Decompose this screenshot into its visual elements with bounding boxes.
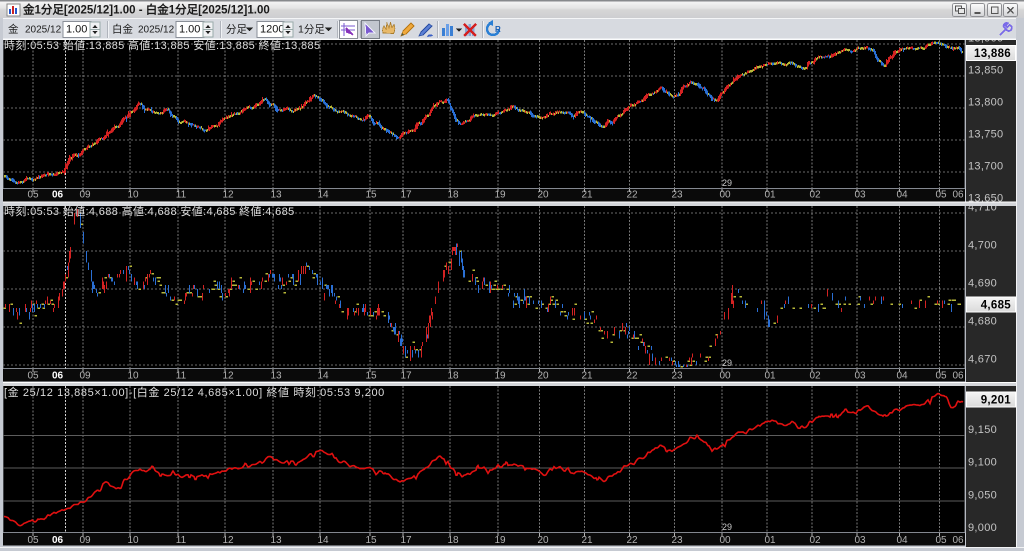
svg-text:1.00: 1.00 <box>179 24 200 36</box>
svg-text:22: 22 <box>626 535 638 546</box>
svg-text:00: 00 <box>719 190 731 201</box>
svg-text:4,690: 4,690 <box>968 278 997 290</box>
svg-text:13: 13 <box>270 371 282 382</box>
svg-text:03: 03 <box>854 535 866 546</box>
svg-text:13: 13 <box>270 190 282 201</box>
svg-text:13: 13 <box>270 535 282 546</box>
svg-text:19: 19 <box>494 535 506 546</box>
svg-text:06: 06 <box>952 190 964 201</box>
svg-text:29: 29 <box>722 358 732 368</box>
svg-text:20: 20 <box>537 371 549 382</box>
svg-text:9,050: 9,050 <box>968 489 997 501</box>
svg-text:[金 25/12 13,885×1.00]-[白金 25/1: [金 25/12 13,885×1.00]-[白金 25/12 4,685×1.… <box>4 385 385 399</box>
svg-text:29: 29 <box>722 522 732 532</box>
svg-text:10: 10 <box>127 190 139 201</box>
svg-text:00: 00 <box>719 535 731 546</box>
svg-text:19: 19 <box>494 190 506 201</box>
svg-text:分足: 分足 <box>226 24 247 36</box>
svg-text:2025/12: 2025/12 <box>25 25 62 36</box>
svg-text:金: 金 <box>8 23 19 36</box>
svg-text:18: 18 <box>447 190 459 201</box>
svg-text:23: 23 <box>671 371 683 382</box>
svg-text:01: 01 <box>764 190 776 201</box>
svg-text:13,850: 13,850 <box>968 65 1003 77</box>
svg-text:23: 23 <box>671 535 683 546</box>
svg-text:06: 06 <box>52 371 64 382</box>
svg-text:09: 09 <box>79 371 91 382</box>
svg-text:18: 18 <box>447 371 459 382</box>
svg-text:13,700: 13,700 <box>968 161 1003 173</box>
svg-text:白金: 白金 <box>112 23 133 36</box>
svg-text:13,886: 13,886 <box>974 48 1011 60</box>
svg-text:18: 18 <box>447 535 459 546</box>
svg-text:03: 03 <box>854 371 866 382</box>
svg-text:時刻:05:53 始値:13,885 高値:13,885 安: 時刻:05:53 始値:13,885 高値:13,885 安値:13,885 終… <box>4 38 320 52</box>
svg-text:14: 14 <box>317 535 329 546</box>
svg-text:17: 17 <box>400 535 412 546</box>
svg-text:12: 12 <box>222 535 234 546</box>
svg-text:09: 09 <box>79 535 91 546</box>
svg-text:03: 03 <box>854 190 866 201</box>
svg-text:06: 06 <box>952 535 964 546</box>
svg-text:13,800: 13,800 <box>968 97 1003 109</box>
svg-text:4,685: 4,685 <box>981 300 1012 312</box>
svg-text:9,000: 9,000 <box>968 522 997 534</box>
svg-text:1200: 1200 <box>260 24 284 36</box>
svg-text:4,680: 4,680 <box>968 316 997 328</box>
svg-text:12: 12 <box>222 190 234 201</box>
svg-text:15: 15 <box>365 535 377 546</box>
svg-text:11: 11 <box>176 190 187 201</box>
svg-text:22: 22 <box>626 371 638 382</box>
svg-text:11: 11 <box>176 371 187 382</box>
svg-text:12: 12 <box>222 371 234 382</box>
svg-text:06: 06 <box>52 535 64 546</box>
svg-text:06: 06 <box>952 371 964 382</box>
svg-text:05: 05 <box>935 190 947 201</box>
svg-text:04: 04 <box>896 371 908 382</box>
svg-text:11: 11 <box>176 535 187 546</box>
svg-text:9,100: 9,100 <box>968 457 997 469</box>
svg-text:15: 15 <box>365 190 377 201</box>
svg-text:05: 05 <box>27 371 39 382</box>
svg-text:00: 00 <box>719 371 731 382</box>
svg-text:02: 02 <box>809 190 821 201</box>
svg-text:10: 10 <box>127 371 139 382</box>
svg-text:19: 19 <box>494 371 506 382</box>
svg-text:21: 21 <box>581 535 593 546</box>
svg-text:4,700: 4,700 <box>968 240 997 252</box>
svg-text:01: 01 <box>764 535 776 546</box>
svg-text:05: 05 <box>935 371 947 382</box>
svg-text:17: 17 <box>400 190 412 201</box>
svg-text:4,670: 4,670 <box>968 354 997 366</box>
svg-text:14: 14 <box>317 190 329 201</box>
svg-text:金1分足[2025/12]1.00 - 白金1分足[2025: 金1分足[2025/12]1.00 - 白金1分足[2025/12]1.00 <box>22 3 270 17</box>
svg-text:9,201: 9,201 <box>981 395 1012 407</box>
svg-text:2025/12: 2025/12 <box>138 25 175 36</box>
svg-text:06: 06 <box>52 190 64 201</box>
svg-text:1分足: 1分足 <box>298 24 325 36</box>
svg-text:23: 23 <box>671 190 683 201</box>
svg-text:17: 17 <box>400 371 412 382</box>
svg-text:09: 09 <box>79 190 91 201</box>
svg-text:20: 20 <box>537 535 549 546</box>
svg-text:05: 05 <box>27 535 39 546</box>
svg-text:21: 21 <box>581 371 593 382</box>
svg-text:14: 14 <box>317 371 329 382</box>
svg-text:21: 21 <box>581 190 593 201</box>
svg-text:04: 04 <box>896 190 908 201</box>
svg-text:01: 01 <box>764 371 776 382</box>
svg-text:13,750: 13,750 <box>968 129 1003 141</box>
svg-text:時刻:05:53 始値:4,688 高値:4,688 安値:: 時刻:05:53 始値:4,688 高値:4,688 安値:4,685 終値:4… <box>4 204 295 218</box>
svg-text:05: 05 <box>935 535 947 546</box>
svg-text:22: 22 <box>626 190 638 201</box>
svg-text:04: 04 <box>896 535 908 546</box>
svg-text:15: 15 <box>365 371 377 382</box>
svg-text:9,150: 9,150 <box>968 424 997 436</box>
svg-text:R: R <box>495 25 501 34</box>
svg-text:02: 02 <box>809 535 821 546</box>
svg-text:29: 29 <box>722 178 732 188</box>
svg-text:1.00: 1.00 <box>66 24 87 36</box>
svg-text:10: 10 <box>127 535 139 546</box>
svg-text:02: 02 <box>809 371 821 382</box>
